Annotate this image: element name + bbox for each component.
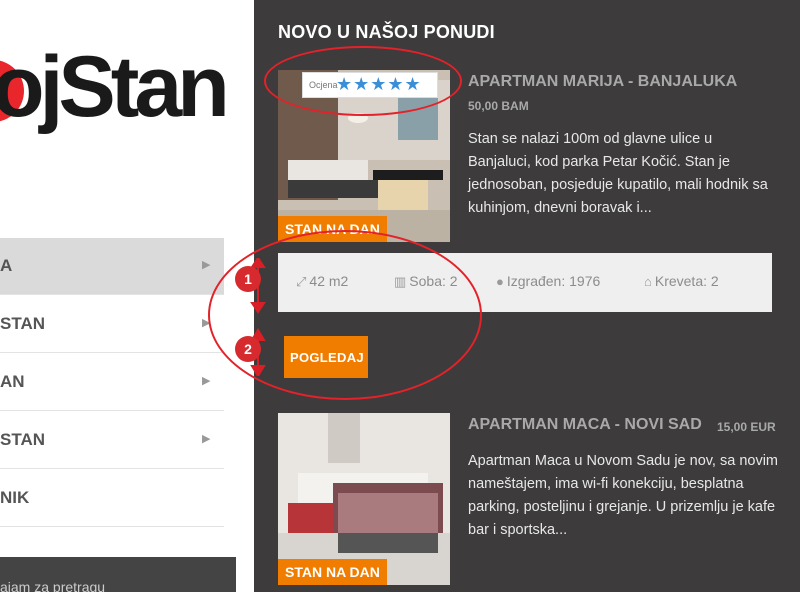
listing-2-photo[interactable]: STAN NA DAN (278, 413, 450, 585)
annotation-step-1: 1 (235, 266, 261, 292)
logo-text: ojStan (0, 39, 230, 135)
sidebar-item-1[interactable]: A ▶ (0, 238, 224, 295)
chevron-right-icon: ▶ (202, 375, 211, 387)
sidebar-item-label: A (0, 256, 13, 275)
listing-2-badge: STAN NA DAN (278, 559, 387, 585)
section-title: NOVO U NAŠOJ PONUDI (278, 22, 495, 42)
sidebar-item-label: NIK (0, 488, 30, 507)
chevron-right-icon: ▶ (202, 433, 211, 445)
listing-1-description: Stan se nalazi 100m od glavne ulice u Ba… (468, 131, 768, 216)
inbox-icon: ⌂ (644, 274, 652, 289)
annotation-step-2: 2 (235, 336, 261, 362)
chevron-right-icon: ▶ (202, 259, 211, 271)
listing-1-price: 50,00 BAM (468, 99, 529, 113)
sidebar-item-label: STAN (0, 314, 46, 333)
sidebar-item-5[interactable]: NIK (0, 470, 224, 527)
annotation-ring-rating (264, 46, 462, 116)
feature-beds: ⌂ Kreveta: 2 (644, 273, 719, 289)
sidebar-item-2[interactable]: STAN ▶ (0, 296, 224, 353)
drop-icon: ● (496, 274, 504, 289)
main-panel: NOVO U NAŠOJ PONUDI STAN NA DAN Ocjena ★… (208, 0, 800, 592)
search-label: ajam za pretragu (0, 579, 106, 592)
sidebar-item-label: AN (0, 372, 25, 391)
feature-built: ● Izgrađen: 1976 (496, 273, 601, 289)
sidebar-item-4[interactable]: STAN ▶ (0, 412, 224, 469)
sidebar-item-3[interactable]: AN ▶ (0, 354, 224, 411)
listing-2-price: 15,00 EUR (717, 420, 776, 434)
listing-2-title[interactable]: APARTMAN MACA - NOVI SAD (468, 416, 702, 434)
site-logo[interactable]: ojStan (0, 44, 254, 160)
search-panel[interactable]: ajam za pretragu (0, 557, 236, 592)
listing-2-description: Apartman Maca u Novom Sadu je nov, sa no… (468, 453, 779, 538)
sidebar-item-label: STAN (0, 430, 46, 449)
listing-1-title[interactable]: APARTMAN MARIJA - BANJALUKA (468, 73, 737, 91)
